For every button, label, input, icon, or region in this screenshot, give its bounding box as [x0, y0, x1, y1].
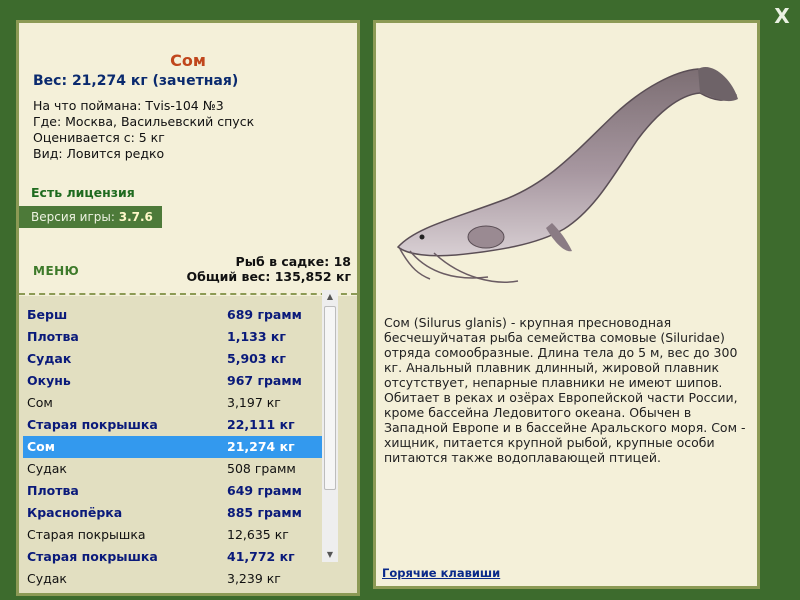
- list-item[interactable]: Краснопёрка 885 грамм: [23, 502, 325, 524]
- fish-detail-panel: Сом (Silurus glanis) - крупная пресновод…: [373, 20, 760, 589]
- list-item-name: Судак: [27, 461, 67, 476]
- list-item-name: Старая покрышка: [27, 527, 146, 542]
- list-item[interactable]: Старая покрышка 22,111 кг: [23, 414, 325, 436]
- list-item-name: Судак: [27, 351, 72, 366]
- menu-button[interactable]: МЕНЮ: [33, 264, 79, 278]
- list-item-weight: 967 грамм: [227, 373, 302, 388]
- list-item-name: Сом: [27, 395, 53, 410]
- caught-on-line: На что поймана: Tvis-104 №3: [33, 98, 224, 113]
- list-item-name: Судак: [27, 571, 67, 586]
- list-item-selected[interactable]: Сом 21,274 кг: [23, 436, 325, 458]
- list-item-weight: 3,197 кг: [227, 395, 281, 410]
- list-item-weight: 1,133 кг: [227, 329, 286, 344]
- fish-info-panel: Сом Вес: 21,274 кг (зачетная) На что пой…: [16, 20, 360, 596]
- list-item-name: Старая покрышка: [27, 417, 158, 432]
- list-item-name: Берш: [27, 307, 68, 322]
- scrollbar-thumb[interactable]: [324, 306, 336, 490]
- list-item[interactable]: Плотва 1,133 кг: [23, 326, 325, 348]
- close-button[interactable]: X: [770, 4, 794, 28]
- list-item-name: Окунь: [27, 373, 71, 388]
- list-item-weight: 689 грамм: [227, 307, 302, 322]
- list-item[interactable]: Судак 5,903 кг: [23, 348, 325, 370]
- catch-list-scrollbar[interactable]: ▲ ▼: [322, 290, 338, 562]
- list-item-weight: 3,239 кг: [227, 571, 281, 586]
- version-value: 3.7.6: [118, 210, 153, 224]
- version-bar: Версия игры: 3.7.6: [19, 206, 162, 228]
- cage-total-weight: Общий вес: 135,852 кг: [186, 269, 352, 284]
- list-item-name: Краснопёрка: [27, 505, 123, 520]
- cage-summary: Рыб в садке: 18 Общий вес: 135,852 кг: [187, 254, 352, 284]
- catch-list[interactable]: Берш 689 грамм Плотва 1,133 кг Судак 5,903 кг…: [23, 304, 325, 586]
- license-status: Есть лицензия: [31, 185, 135, 200]
- list-item-weight: 22,111 кг: [227, 417, 295, 432]
- fish-name-title: Сом: [170, 51, 206, 70]
- list-item[interactable]: Окунь 967 грамм: [23, 370, 325, 392]
- location-line: Где: Москва, Васильевский спуск: [33, 114, 255, 129]
- valued-from-line: Оценивается с: 5 кг: [33, 130, 165, 145]
- list-item-weight: 649 грамм: [227, 483, 302, 498]
- list-item-weight: 5,903 кг: [227, 351, 286, 366]
- list-item-name: Плотва: [27, 329, 79, 344]
- catfish-image: [396, 67, 738, 283]
- hotkeys-link[interactable]: Горячие клавиши: [382, 566, 500, 580]
- list-item[interactable]: Старая покрышка 41,772 кг: [23, 546, 325, 568]
- list-item[interactable]: Сом 3,197 кг: [23, 392, 325, 414]
- list-item-weight: 21,274 кг: [227, 439, 295, 454]
- scroll-up-icon[interactable]: ▲: [322, 290, 338, 304]
- list-item-weight: 885 грамм: [227, 505, 302, 520]
- scroll-down-icon[interactable]: ▼: [322, 548, 338, 562]
- fish-weight: Вес: 21,274 кг (зачетная): [33, 73, 239, 89]
- list-item-weight: 12,635 кг: [227, 527, 289, 542]
- list-item-weight: 508 грамм: [227, 461, 296, 476]
- list-item-weight: 41,772 кг: [227, 549, 295, 564]
- dashed-divider: [19, 293, 357, 295]
- cage-count: Рыб в садке: 18: [235, 254, 351, 269]
- list-item[interactable]: Судак 3,239 кг: [23, 568, 325, 586]
- list-item[interactable]: Плотва 649 грамм: [23, 480, 325, 502]
- list-item-name: Сом: [27, 439, 55, 454]
- fish-description: Сом (Silurus glanis) - крупная пресновод…: [384, 315, 746, 465]
- list-item[interactable]: Судак 508 грамм: [23, 458, 325, 480]
- list-item-name: Старая покрышка: [27, 549, 158, 564]
- list-item-name: Плотва: [27, 483, 79, 498]
- list-item[interactable]: Старая покрышка 12,635 кг: [23, 524, 325, 546]
- list-item[interactable]: Берш 689 грамм: [23, 304, 325, 326]
- version-label: Версия игры:: [31, 210, 115, 224]
- rarity-line: Вид: Ловится редко: [33, 146, 165, 161]
